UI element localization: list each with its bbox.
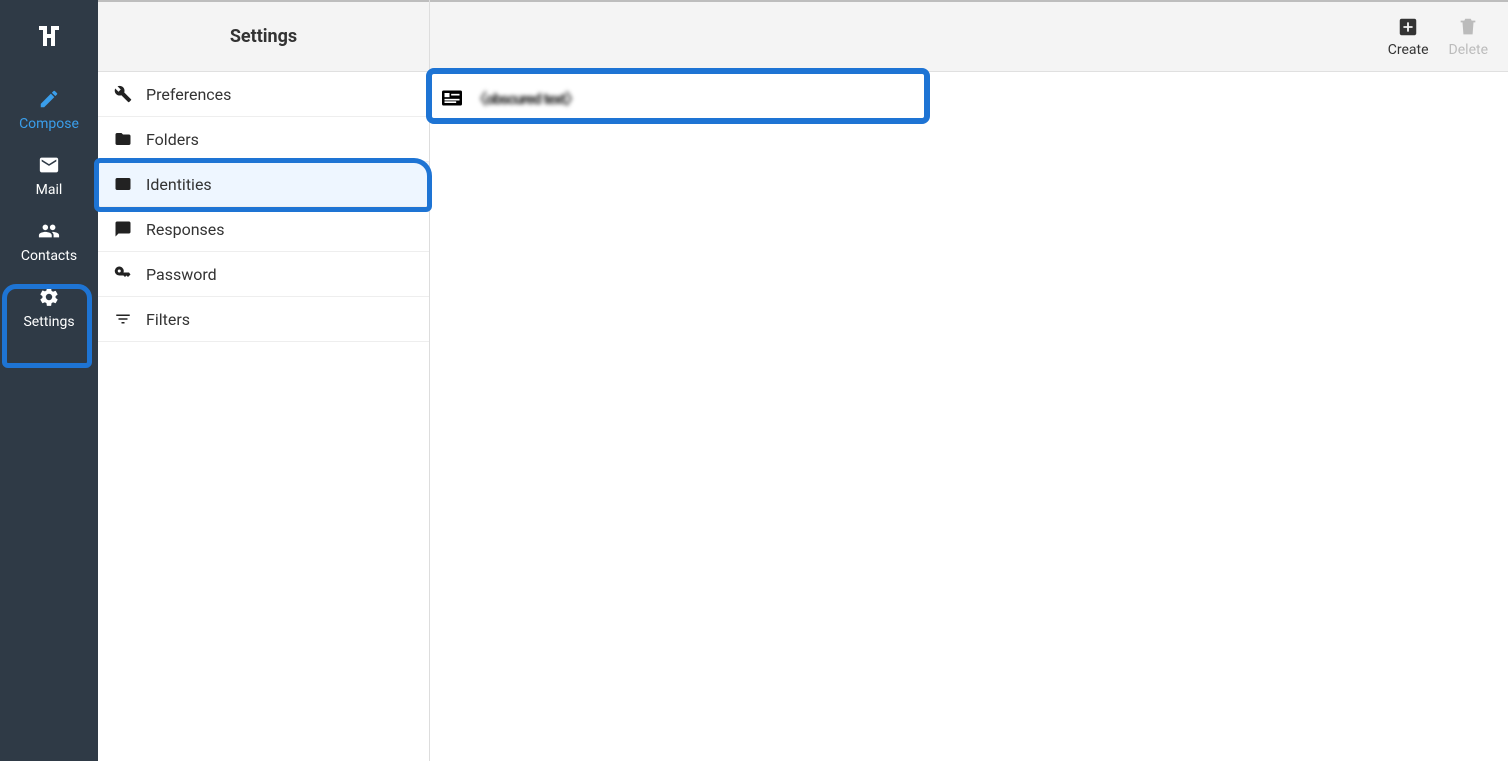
- app-logo-icon: [33, 20, 65, 56]
- delete-button: Delete: [1449, 16, 1488, 58]
- folder-icon: [114, 130, 132, 148]
- content-column: Create Delete 〈obscured text〉: [430, 0, 1508, 761]
- nav-settings[interactable]: Settings: [0, 274, 98, 340]
- nav-compose-label: Compose: [19, 116, 79, 132]
- identity-row[interactable]: 〈obscured text〉: [430, 80, 1508, 116]
- comment-icon: [114, 220, 132, 238]
- settings-item-label: Preferences: [146, 85, 231, 104]
- filter-icon: [114, 310, 132, 328]
- settings-item-responses[interactable]: Responses: [98, 207, 429, 252]
- content-toolbar: Create Delete: [430, 0, 1508, 72]
- settings-item-label: Folders: [146, 130, 199, 149]
- identity-row-text: 〈obscured text〉: [472, 88, 579, 109]
- settings-header: Settings: [98, 0, 429, 72]
- plus-square-icon: [1397, 16, 1419, 38]
- nav-settings-label: Settings: [23, 314, 74, 330]
- key-icon: [114, 265, 132, 283]
- settings-item-identities[interactable]: Identities: [98, 162, 429, 207]
- settings-item-label: Filters: [146, 310, 190, 329]
- settings-column: Settings Preferences Folders Identities …: [98, 0, 430, 761]
- create-button-label: Create: [1388, 42, 1429, 58]
- create-button[interactable]: Create: [1388, 16, 1429, 58]
- settings-item-password[interactable]: Password: [98, 252, 429, 297]
- vcard-icon: [442, 90, 462, 106]
- nav-contacts-label: Contacts: [21, 248, 77, 264]
- settings-list: Preferences Folders Identities Responses…: [98, 72, 429, 342]
- nav-mail[interactable]: Mail: [0, 142, 98, 208]
- settings-item-label: Identities: [146, 175, 212, 194]
- trash-icon: [1457, 16, 1479, 38]
- settings-item-label: Responses: [146, 220, 225, 239]
- settings-item-preferences[interactable]: Preferences: [98, 72, 429, 117]
- settings-item-filters[interactable]: Filters: [98, 297, 429, 342]
- identities-list: 〈obscured text〉: [430, 72, 1508, 761]
- settings-item-folders[interactable]: Folders: [98, 117, 429, 162]
- settings-header-title: Settings: [230, 26, 297, 47]
- settings-item-label: Password: [146, 265, 217, 284]
- nav-compose[interactable]: Compose: [0, 76, 98, 142]
- nav-mail-label: Mail: [36, 182, 63, 198]
- nav-contacts[interactable]: Contacts: [0, 208, 98, 274]
- delete-button-label: Delete: [1449, 42, 1488, 58]
- list-icon: [114, 175, 132, 193]
- wrench-icon: [114, 85, 132, 103]
- vertical-nav: Compose Mail Contacts Settings: [0, 0, 98, 761]
